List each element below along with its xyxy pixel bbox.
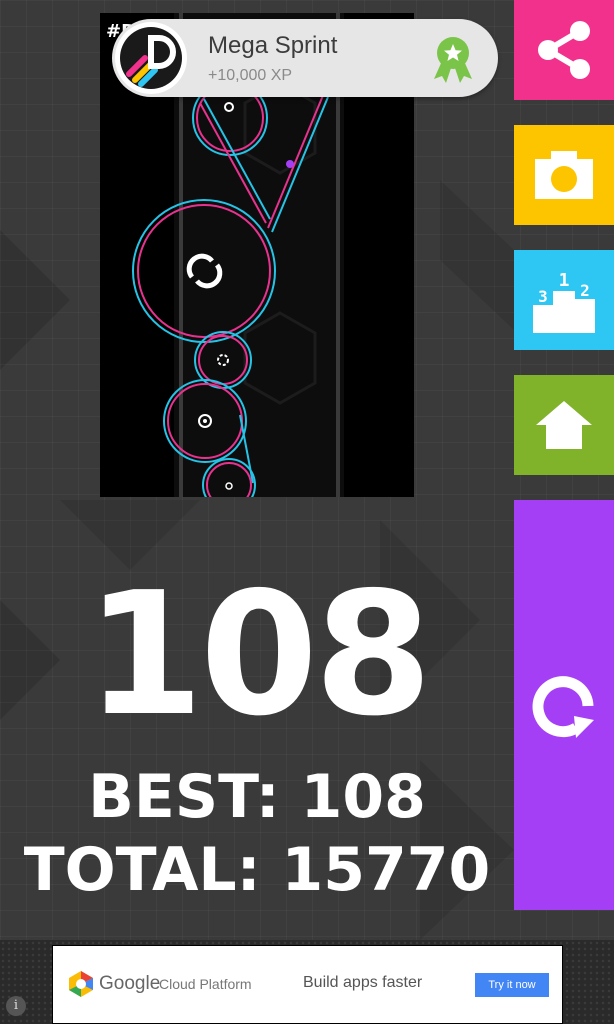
- ad-banner[interactable]: Google Cloud Platform Build apps faster …: [52, 945, 563, 1024]
- podium-second-label: 2: [580, 281, 590, 300]
- camera-icon: [535, 151, 593, 199]
- achievement-title: Mega Sprint: [208, 32, 338, 59]
- achievement-xp: +10,000 XP: [208, 67, 293, 84]
- home-button[interactable]: [514, 375, 614, 475]
- replay-icon: [532, 676, 594, 738]
- leaderboard-button[interactable]: 1 2 3: [514, 250, 614, 350]
- info-icon[interactable]: i: [6, 996, 26, 1016]
- ad-tagline: Build apps faster: [303, 974, 423, 991]
- total-score: TOTAL: 15770: [23, 835, 491, 905]
- award-ribbon-icon: [434, 37, 472, 83]
- achievement-popup: Mega Sprint +10,000 XP: [112, 19, 498, 97]
- share-icon: [538, 21, 590, 79]
- ad-cta-button[interactable]: Try it now: [475, 973, 549, 997]
- podium-third-label: 3: [538, 287, 548, 306]
- camera-button[interactable]: [514, 125, 614, 225]
- best-score: BEST: 108: [88, 762, 426, 832]
- share-button[interactable]: [514, 0, 614, 100]
- replay-button[interactable]: [514, 500, 614, 910]
- game-logo-icon: [115, 22, 187, 94]
- ad-product: Cloud Platform: [159, 976, 252, 992]
- podium-icon: 1 2 3: [533, 270, 595, 333]
- ad-brand: Google: [99, 973, 161, 994]
- google-cloud-logo-icon: [69, 971, 93, 997]
- home-icon: [536, 401, 592, 449]
- podium-first-label: 1: [559, 270, 570, 291]
- current-score: 108: [85, 556, 433, 754]
